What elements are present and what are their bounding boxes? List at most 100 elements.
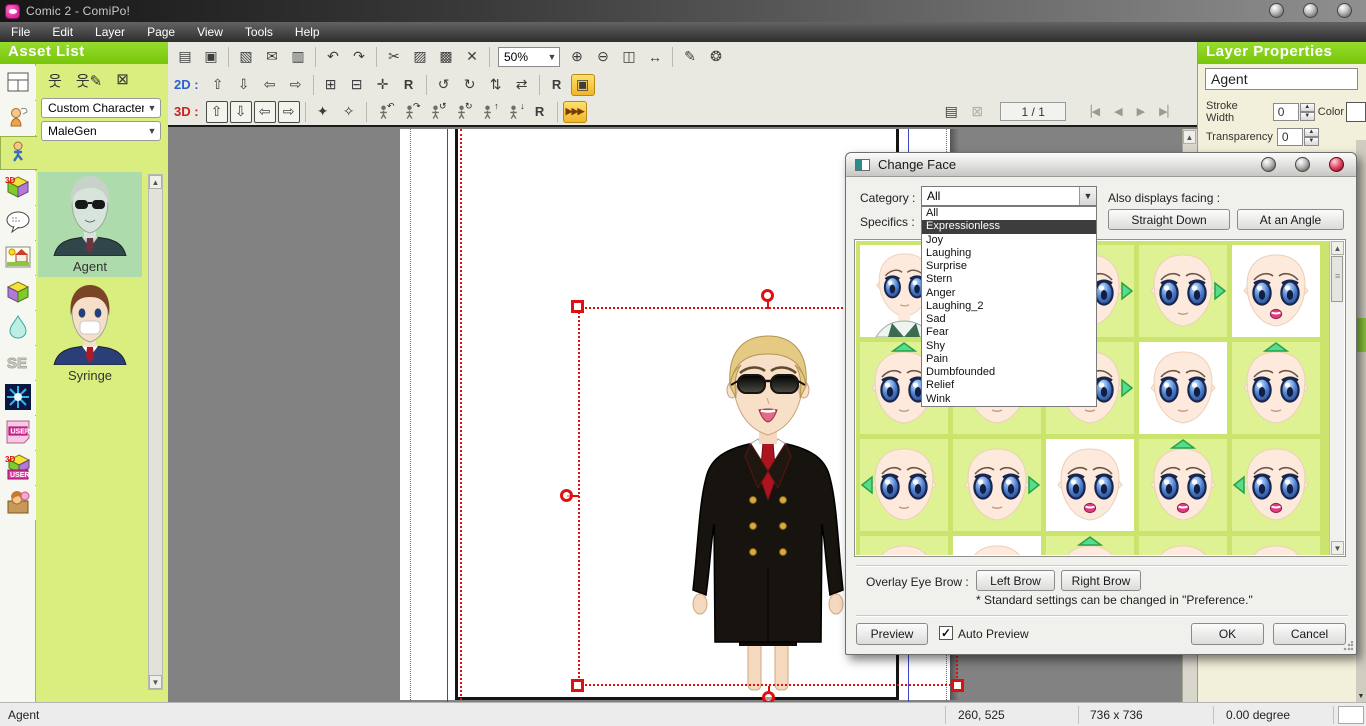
sidebar-tab-user-image[interactable]: USER (0, 416, 36, 450)
face-cell-10[interactable] (1232, 342, 1320, 434)
right-button[interactable]: ⇨ (284, 74, 308, 96)
selection-handle-bottomright[interactable] (951, 679, 964, 692)
sidebar-tab-effect[interactable] (0, 381, 36, 415)
dropdown-option-dumbfounded[interactable]: Dumbfounded (922, 366, 1096, 379)
straight-down-button[interactable]: Straight Down (1108, 209, 1230, 230)
asset-subcategory-select[interactable]: MaleGen ▼ (41, 121, 161, 141)
dialog-maximize-button[interactable] (1295, 157, 1310, 172)
cancel-button[interactable]: Cancel (1273, 623, 1346, 645)
open-file-button[interactable]: ▤ (173, 46, 197, 68)
face-cell-15[interactable] (1232, 439, 1320, 531)
sidebar-tab-speech-balloon[interactable] (0, 206, 36, 240)
reset-button[interactable]: R (397, 74, 421, 96)
frame-select-button[interactable]: ▣ (571, 74, 595, 96)
face-cell-20[interactable] (1232, 536, 1320, 555)
sidebar-tab-item[interactable] (0, 311, 36, 345)
sidebar-tab-3d-item[interactable] (0, 276, 36, 310)
copy-button[interactable]: ▨ (408, 46, 432, 68)
turn-r-button[interactable]: ↷ (398, 101, 422, 123)
transparency-stepper[interactable]: 0 ▲▼ (1277, 128, 1319, 146)
paste-button[interactable]: ▩ (434, 46, 458, 68)
selection-handle-left[interactable] (560, 489, 573, 502)
next-page-button[interactable]: ▶ (1137, 105, 1145, 118)
scale-up-button[interactable]: ⊞ (319, 74, 343, 96)
scroll-down-icon[interactable]: ▼ (1331, 541, 1344, 555)
asset-list-scrollbar[interactable]: ▲ ▼ (148, 174, 163, 690)
dialog-titlebar[interactable]: Change Face (846, 153, 1356, 177)
flip-v-button[interactable]: ⇅ (484, 74, 508, 96)
turn-l-button[interactable]: ↶ (372, 101, 396, 123)
undo-button[interactable]: ↶ (321, 46, 345, 68)
right-brow-button[interactable]: Right Brow (1061, 570, 1141, 591)
dropdown-option-stern[interactable]: Stern (922, 273, 1096, 286)
group-settings-button[interactable]: ❂ (704, 46, 728, 68)
face-cell-18[interactable] (1046, 536, 1134, 555)
delete-button[interactable]: ✕ (460, 46, 484, 68)
last-page-button[interactable]: ▶▏ (1159, 105, 1176, 118)
face-grid-scrollbar[interactable]: ▲ ▼ (1329, 241, 1344, 555)
dropdown-option-fear[interactable]: Fear (922, 326, 1096, 339)
left-brow-button[interactable]: Left Brow (976, 570, 1055, 591)
dropdown-option-expressionless[interactable]: Expressionless (922, 220, 1096, 233)
spin-up-icon[interactable]: ▲ (1304, 128, 1319, 137)
face-cell-9[interactable] (1139, 342, 1227, 434)
left3-button[interactable]: ⇦ (254, 101, 276, 123)
dropdown-option-sad[interactable]: Sad (922, 313, 1096, 326)
face-cell-12[interactable] (953, 439, 1041, 531)
tilt-down-button[interactable]: ↓ (502, 101, 526, 123)
reset-rotation-button[interactable]: R (545, 74, 569, 96)
zoom-level-select[interactable]: 50%▼ (498, 47, 560, 67)
scrollbar-thumb[interactable] (1331, 256, 1343, 302)
reset-button[interactable]: R (528, 101, 552, 123)
spin-up-icon[interactable]: ▲ (1300, 103, 1315, 112)
spin-down-icon[interactable]: ▼ (1304, 137, 1319, 146)
edit-character-icon[interactable]: 웃✎ (76, 70, 102, 91)
tilt-up-button[interactable]: ↑ (476, 101, 500, 123)
menu-help[interactable]: Help (284, 22, 331, 42)
add-character-icon[interactable]: 웃 (48, 70, 62, 91)
ddd-button[interactable]: ▶▶▶ (563, 101, 587, 123)
move-button[interactable]: ✛ (371, 74, 395, 96)
asset-category-select[interactable]: Custom Character ▼ (41, 98, 161, 118)
sidebar-tab-3d-model[interactable]: 3D (0, 171, 36, 205)
fit-width-button[interactable]: ↔ (643, 46, 667, 68)
select-tool-button[interactable]: ✎ (678, 46, 702, 68)
resize-grip[interactable] (1343, 641, 1353, 651)
fit-page-button[interactable]: ◫ (617, 46, 641, 68)
export-image-button[interactable]: ▧ (234, 46, 258, 68)
menu-file[interactable]: File (0, 22, 41, 42)
close-button[interactable] (1337, 3, 1352, 18)
up3-button[interactable]: ⇧ (206, 101, 228, 123)
sidebar-tab-character-pose[interactable] (0, 136, 37, 170)
face-cell-5[interactable] (1232, 245, 1320, 337)
dropdown-option-joy[interactable]: Joy (922, 234, 1096, 247)
flip-h-button[interactable]: ⇄ (510, 74, 534, 96)
selection-handle-topleft[interactable] (571, 300, 584, 313)
category-select[interactable]: All ▼ (921, 186, 1097, 206)
selection-handle-bottomleft[interactable] (571, 679, 584, 692)
delete-asset-icon[interactable]: ⊠ (116, 70, 129, 91)
save-button[interactable]: ▣ (199, 46, 223, 68)
down3-button[interactable]: ⇩ (230, 101, 252, 123)
sidebar-tab-panel-layout[interactable] (0, 66, 36, 100)
asset-item-syringe[interactable]: Syringe (38, 281, 142, 386)
face-cell-16[interactable] (860, 536, 948, 555)
face-cell-11[interactable] (860, 439, 948, 531)
spin-down-icon[interactable]: ▼ (1300, 112, 1315, 121)
zoom-out-button[interactable]: ⊖ (591, 46, 615, 68)
scroll-down-icon[interactable]: ▼ (149, 675, 162, 689)
sidebar-tab-sound-effect[interactable]: SE (0, 346, 36, 380)
scroll-up-icon[interactable]: ▲ (149, 175, 162, 189)
ok-button[interactable]: OK (1191, 623, 1264, 645)
face-cell-4[interactable] (1139, 245, 1227, 337)
face-cell-13[interactable] (1046, 439, 1134, 531)
dialog-close-button[interactable] (1329, 157, 1344, 172)
dropdown-option-pain[interactable]: Pain (922, 353, 1096, 366)
stroke-width-stepper[interactable]: 0 ▲▼ (1273, 103, 1315, 121)
dialog-minimize-button[interactable] (1261, 157, 1276, 172)
down-button[interactable]: ⇩ (232, 74, 256, 96)
menu-page[interactable]: Page (136, 22, 186, 42)
face-cell-17[interactable] (953, 536, 1041, 555)
auto-preview-checkbox[interactable]: ✓ (939, 626, 953, 640)
new-page-button[interactable]: ▤ (939, 101, 963, 123)
